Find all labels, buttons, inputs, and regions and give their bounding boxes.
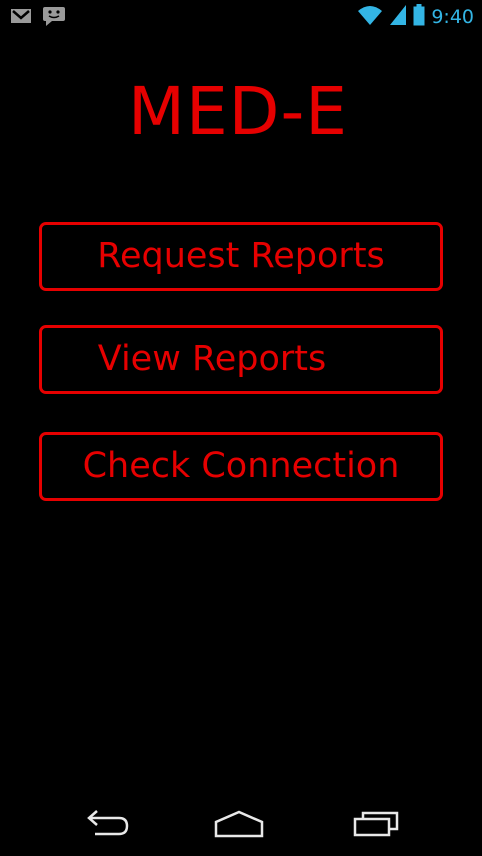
- back-button[interactable]: [74, 804, 138, 848]
- back-icon: [81, 809, 131, 843]
- check-connection-button[interactable]: Check Connection: [39, 432, 443, 501]
- home-button[interactable]: [207, 804, 271, 848]
- recent-apps-button[interactable]: [344, 804, 408, 848]
- view-reports-button[interactable]: View Reports: [39, 325, 443, 394]
- request-reports-button[interactable]: Request Reports: [39, 222, 443, 291]
- status-clock: 9:40: [431, 6, 474, 28]
- navigation-bar: [0, 796, 482, 856]
- signal-icon: [389, 4, 407, 30]
- status-bar: 9:40: [0, 0, 482, 33]
- gmail-icon: [10, 8, 32, 28]
- messenger-icon: [42, 6, 66, 30]
- notification-icons: [10, 6, 66, 30]
- system-status: 9:40: [357, 4, 474, 30]
- home-icon: [213, 810, 265, 842]
- wifi-icon: [357, 4, 383, 30]
- recent-apps-icon: [351, 809, 401, 843]
- app-title: MED-E: [128, 73, 348, 150]
- battery-icon: [413, 4, 425, 30]
